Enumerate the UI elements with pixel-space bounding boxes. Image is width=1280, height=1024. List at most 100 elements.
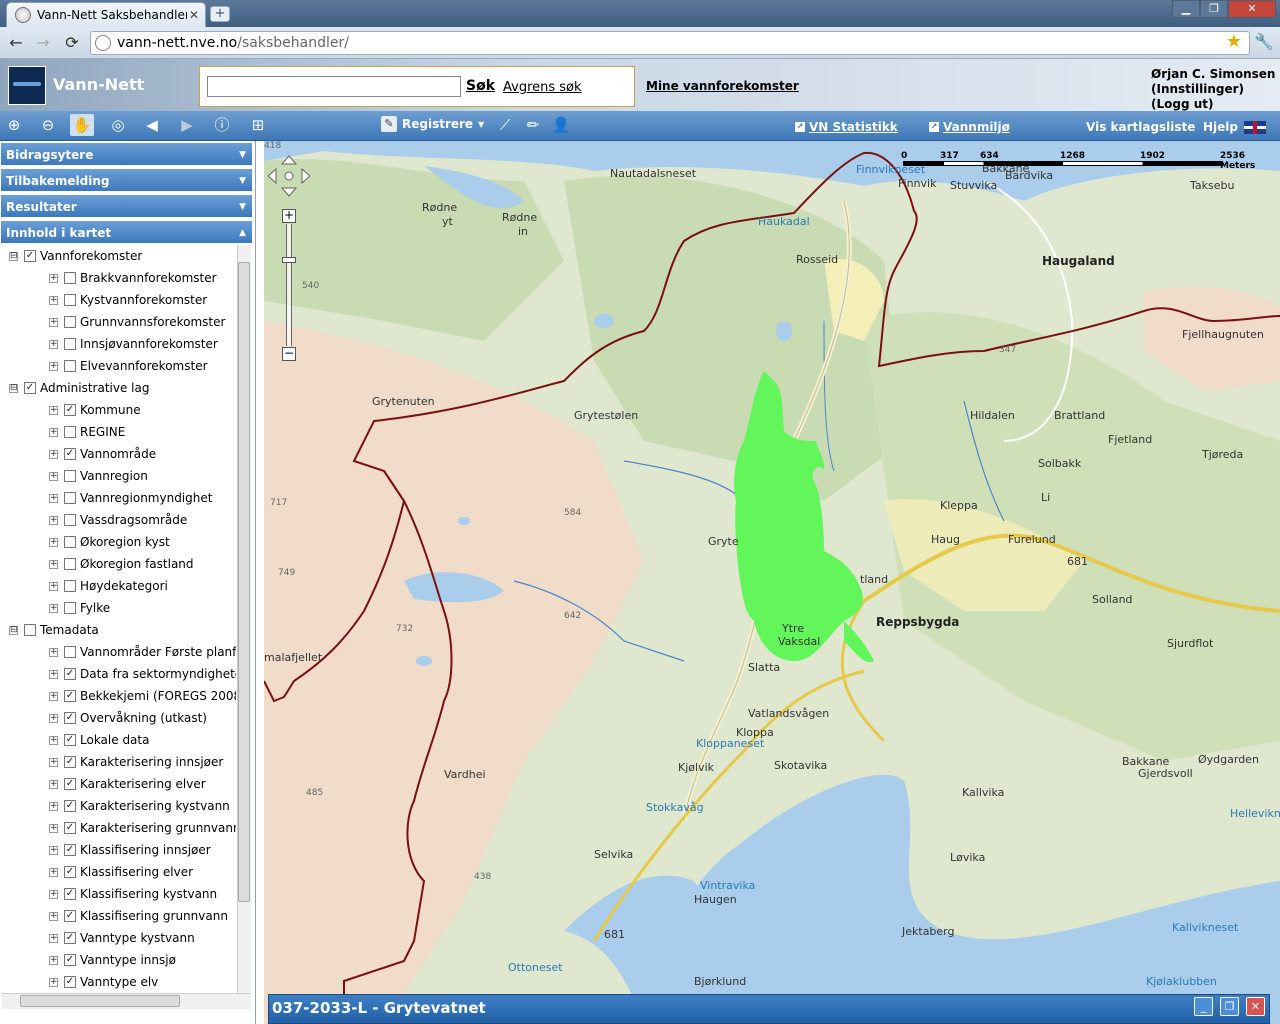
- vannmiljo-link[interactable]: ↗ Vannmiljø: [929, 120, 1010, 134]
- tree-item[interactable]: + Økoregion kyst: [49, 531, 170, 553]
- window-minimize-button[interactable]: ▁: [1172, 0, 1200, 18]
- tree-item[interactable]: + ✓ Klassifisering innsjøer: [49, 839, 211, 861]
- checkbox-checked[interactable]: ✓: [64, 866, 76, 878]
- tree-item[interactable]: + ✓ Kommune: [49, 399, 141, 421]
- uk-flag-icon[interactable]: [1244, 121, 1266, 134]
- tree-item[interactable]: + Høydekategori: [49, 575, 168, 597]
- forward-button[interactable]: →: [32, 33, 54, 53]
- checkbox-checked[interactable]: ✓: [64, 734, 76, 746]
- tree-item[interactable]: + ✓ Klassifisering kystvann: [49, 883, 217, 905]
- checkbox-unchecked[interactable]: [64, 514, 76, 526]
- restore-window-button[interactable]: ❐: [1220, 997, 1239, 1016]
- collapse-icon[interactable]: ⊟: [9, 625, 18, 635]
- checkbox-checked[interactable]: ✓: [64, 778, 76, 790]
- zoom-out-tool-icon[interactable]: ⊖: [36, 114, 60, 136]
- checkbox-unchecked[interactable]: [64, 470, 76, 482]
- next-extent-icon[interactable]: ▶: [175, 114, 199, 136]
- tree-item[interactable]: + Økoregion fastland: [49, 553, 194, 575]
- section-bidragsytere[interactable]: Bidragsytere ▼: [1, 143, 252, 167]
- tree-item[interactable]: + Grunnvannsforekomster: [49, 311, 225, 333]
- add-user-icon[interactable]: 👤: [549, 114, 573, 136]
- draw-line-icon[interactable]: ⟋: [493, 114, 517, 136]
- checkbox-unchecked[interactable]: [64, 602, 76, 614]
- expand-icon[interactable]: +: [49, 757, 58, 767]
- close-window-button[interactable]: ✕: [1246, 997, 1265, 1016]
- checkbox-checked[interactable]: ✓: [64, 822, 76, 834]
- tree-item[interactable]: + Brakkvannforekomster: [49, 267, 217, 289]
- checkbox-checked[interactable]: ✓: [24, 382, 36, 394]
- checkbox-unchecked[interactable]: [64, 316, 76, 328]
- checkbox-unchecked[interactable]: [64, 492, 76, 504]
- address-bar[interactable]: vann-nett.nve.no/saksbehandler/: [90, 31, 1250, 55]
- expand-icon[interactable]: +: [49, 361, 58, 371]
- expand-icon[interactable]: +: [49, 911, 58, 921]
- tree-item[interactable]: + Innsjøvannforekomster: [49, 333, 218, 355]
- tree-item[interactable]: + Vassdragsområde: [49, 509, 187, 531]
- tree-item[interactable]: + ✓ Lokale data: [49, 729, 149, 751]
- checkbox-checked[interactable]: ✓: [24, 250, 36, 262]
- expand-icon[interactable]: +: [49, 493, 58, 503]
- tree-item[interactable]: ⊟ Temadata: [9, 619, 99, 641]
- new-tab-button[interactable]: +: [210, 6, 230, 22]
- window-close-button[interactable]: ✕: [1228, 0, 1276, 18]
- zoom-out-button[interactable]: −: [282, 347, 296, 361]
- checkbox-checked[interactable]: ✓: [64, 800, 76, 812]
- checkbox-unchecked[interactable]: [64, 558, 76, 570]
- expand-icon[interactable]: +: [49, 537, 58, 547]
- tree-item[interactable]: + ✓ Klassifisering elver: [49, 861, 193, 883]
- my-waterbodies-link[interactable]: Mine vannforekomster: [646, 79, 799, 93]
- expand-icon[interactable]: +: [49, 427, 58, 437]
- collapse-icon[interactable]: ⊟: [9, 383, 18, 393]
- window-maximize-button[interactable]: ❐: [1200, 0, 1228, 18]
- checkbox-unchecked[interactable]: [64, 426, 76, 438]
- tree-hscroll-thumb[interactable]: [20, 995, 180, 1007]
- expand-icon[interactable]: +: [49, 273, 58, 283]
- help-link[interactable]: Hjelp: [1203, 120, 1238, 134]
- tree-item[interactable]: + ✓ Overvåkning (utkast): [49, 707, 207, 729]
- expand-icon[interactable]: +: [49, 647, 58, 657]
- zoom-in-button[interactable]: +: [282, 209, 296, 223]
- expand-icon[interactable]: +: [49, 691, 58, 701]
- checkbox-checked[interactable]: ✓: [64, 954, 76, 966]
- zoom-in-tool-icon[interactable]: ⊕: [2, 114, 26, 136]
- checkbox-unchecked[interactable]: [64, 272, 76, 284]
- checkbox-checked[interactable]: ✓: [64, 404, 76, 416]
- vn-statistics-link[interactable]: ↗ VN Statistikk: [795, 120, 898, 134]
- expand-icon[interactable]: +: [49, 669, 58, 679]
- expand-icon[interactable]: +: [49, 559, 58, 569]
- wrench-icon[interactable]: 🔧: [1254, 32, 1274, 52]
- expand-icon[interactable]: +: [49, 317, 58, 327]
- tree-item[interactable]: + ✓ Vannområde: [49, 443, 156, 465]
- tree-item[interactable]: + Vannregionmyndighet: [49, 487, 212, 509]
- tree-item[interactable]: ⊟ ✓ Vannforekomster: [9, 245, 142, 267]
- full-extent-globe-icon[interactable]: ◎: [106, 114, 130, 136]
- tab-close-icon[interactable]: ✕: [187, 8, 201, 22]
- pan-control-icon[interactable]: [266, 154, 312, 198]
- tree-item[interactable]: + Kystvannforekomster: [49, 289, 207, 311]
- checkbox-checked[interactable]: ✓: [64, 690, 76, 702]
- expand-icon[interactable]: +: [49, 603, 58, 613]
- checkbox-checked[interactable]: ✓: [64, 932, 76, 944]
- back-button[interactable]: ←: [5, 33, 27, 53]
- reload-button[interactable]: ⟳: [61, 33, 83, 53]
- expand-icon[interactable]: +: [49, 955, 58, 965]
- expand-icon[interactable]: +: [49, 867, 58, 877]
- checkbox-unchecked[interactable]: [64, 338, 76, 350]
- checkbox-unchecked[interactable]: [64, 646, 76, 658]
- checkbox-unchecked[interactable]: [64, 294, 76, 306]
- refine-search-link[interactable]: Avgrens søk: [503, 80, 582, 95]
- checkbox-checked[interactable]: ✓: [64, 668, 76, 680]
- expand-icon[interactable]: +: [49, 405, 58, 415]
- zoom-slider-handle[interactable]: [282, 257, 296, 263]
- expand-icon[interactable]: +: [49, 339, 58, 349]
- checkbox-unchecked[interactable]: [24, 624, 36, 636]
- pencil-icon[interactable]: ✏: [521, 114, 545, 136]
- expand-icon[interactable]: +: [49, 845, 58, 855]
- logout-link[interactable]: (Logg ut): [1151, 97, 1275, 112]
- expand-icon[interactable]: +: [49, 889, 58, 899]
- previous-extent-icon[interactable]: ◀: [140, 114, 164, 136]
- expand-icon[interactable]: +: [49, 471, 58, 481]
- expand-icon[interactable]: +: [49, 295, 58, 305]
- collapse-icon[interactable]: ⊟: [9, 251, 18, 261]
- expand-icon[interactable]: +: [49, 977, 58, 987]
